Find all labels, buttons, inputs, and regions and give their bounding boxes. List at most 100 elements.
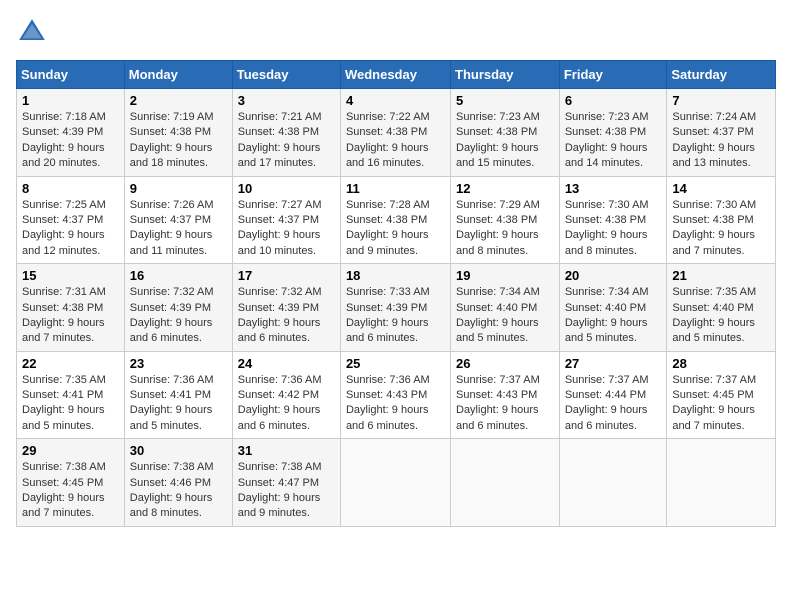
table-row: 10 Sunrise: 7:27 AMSunset: 4:37 PMDayligh… [232,176,340,264]
day-number: 11 [346,181,445,196]
day-number: 13 [565,181,662,196]
day-info: Sunrise: 7:35 AMSunset: 4:41 PMDaylight:… [22,373,119,435]
day-number: 21 [672,268,770,283]
day-number: 30 [130,443,227,458]
day-number: 9 [130,181,227,196]
calendar-week-row: 22 Sunrise: 7:35 AMSunset: 4:41 PMDayligh… [17,351,776,439]
table-row: 26 Sunrise: 7:37 AMSunset: 4:43 PMDayligh… [451,351,560,439]
day-info: Sunrise: 7:31 AMSunset: 4:38 PMDaylight:… [22,285,119,347]
calendar-week-row: 29Sunrise: 7:38 AMSunset: 4:45 PMDayligh… [17,439,776,527]
day-number: 6 [565,93,662,108]
day-info: Sunrise: 7:25 AMSunset: 4:37 PMDaylight:… [22,198,119,260]
table-row: 6Sunrise: 7:23 AMSunset: 4:38 PMDaylight… [559,89,667,177]
day-info: Sunrise: 7:34 AMSunset: 4:40 PMDaylight:… [565,285,662,347]
day-info: Sunrise: 7:36 AMSunset: 4:43 PMDaylight:… [346,373,445,435]
calendar-table: Sunday Monday Tuesday Wednesday Thursday… [16,60,776,527]
table-row: 8Sunrise: 7:25 AMSunset: 4:37 PMDaylight… [17,176,125,264]
table-row: 28 Sunrise: 7:37 AMSunset: 4:45 PMDayligh… [667,351,776,439]
table-row: 23 Sunrise: 7:36 AMSunset: 4:41 PMDayligh… [124,351,232,439]
day-info: Sunrise: 7:23 AMSunset: 4:38 PMDaylight:… [456,110,554,172]
day-number: 5 [456,93,554,108]
table-row: 21 Sunrise: 7:35 AMSunset: 4:40 PMDayligh… [667,264,776,352]
table-row: 7 Sunrise: 7:24 AMSunset: 4:37 PMDaylight… [667,89,776,177]
day-info: Sunrise: 7:32 AMSunset: 4:39 PMDaylight:… [238,285,335,347]
day-number: 28 [672,356,770,371]
calendar-week-row: 8Sunrise: 7:25 AMSunset: 4:37 PMDaylight… [17,176,776,264]
day-number: 26 [456,356,554,371]
day-info: Sunrise: 7:28 AMSunset: 4:38 PMDaylight:… [346,198,445,260]
day-number: 18 [346,268,445,283]
day-info: Sunrise: 7:34 AMSunset: 4:40 PMDaylight:… [456,285,554,347]
header-row: Sunday Monday Tuesday Wednesday Thursday… [17,61,776,89]
col-tuesday: Tuesday [232,61,340,89]
table-row: 24 Sunrise: 7:36 AMSunset: 4:42 PMDayligh… [232,351,340,439]
table-row: 27 Sunrise: 7:37 AMSunset: 4:44 PMDayligh… [559,351,667,439]
logo [16,16,52,48]
table-row: 25 Sunrise: 7:36 AMSunset: 4:43 PMDayligh… [340,351,450,439]
table-row: 11 Sunrise: 7:28 AMSunset: 4:38 PMDayligh… [340,176,450,264]
calendar-body: 1Sunrise: 7:18 AMSunset: 4:39 PMDaylight… [17,89,776,527]
day-number: 10 [238,181,335,196]
day-info: Sunrise: 7:38 AMSunset: 4:46 PMDaylight:… [130,460,227,522]
day-info: Sunrise: 7:30 AMSunset: 4:38 PMDaylight:… [672,198,770,260]
day-number: 27 [565,356,662,371]
day-info: Sunrise: 7:27 AMSunset: 4:37 PMDaylight:… [238,198,335,260]
col-friday: Friday [559,61,667,89]
table-row: 20Sunrise: 7:34 AMSunset: 4:40 PMDayligh… [559,264,667,352]
day-info: Sunrise: 7:24 AMSunset: 4:37 PMDaylight:… [672,110,770,172]
day-number: 29 [22,443,119,458]
day-number: 2 [130,93,227,108]
table-row: 2 Sunrise: 7:19 AMSunset: 4:38 PMDaylight… [124,89,232,177]
day-number: 7 [672,93,770,108]
calendar-week-row: 15 Sunrise: 7:31 AMSunset: 4:38 PMDayligh… [17,264,776,352]
day-info: Sunrise: 7:18 AMSunset: 4:39 PMDaylight:… [22,110,119,172]
day-info: Sunrise: 7:32 AMSunset: 4:39 PMDaylight:… [130,285,227,347]
day-info: Sunrise: 7:21 AMSunset: 4:38 PMDaylight:… [238,110,335,172]
table-row [667,439,776,527]
calendar-header: Sunday Monday Tuesday Wednesday Thursday… [17,61,776,89]
day-info: Sunrise: 7:29 AMSunset: 4:38 PMDaylight:… [456,198,554,260]
table-row: 4 Sunrise: 7:22 AMSunset: 4:38 PMDaylight… [340,89,450,177]
table-row: 29Sunrise: 7:38 AMSunset: 4:45 PMDayligh… [17,439,125,527]
day-number: 22 [22,356,119,371]
table-row: 22 Sunrise: 7:35 AMSunset: 4:41 PMDayligh… [17,351,125,439]
table-row [340,439,450,527]
day-info: Sunrise: 7:30 AMSunset: 4:38 PMDaylight:… [565,198,662,260]
col-saturday: Saturday [667,61,776,89]
day-number: 3 [238,93,335,108]
table-row: 1Sunrise: 7:18 AMSunset: 4:39 PMDaylight… [17,89,125,177]
day-number: 23 [130,356,227,371]
table-row: 15 Sunrise: 7:31 AMSunset: 4:38 PMDayligh… [17,264,125,352]
table-row: 12 Sunrise: 7:29 AMSunset: 4:38 PMDayligh… [451,176,560,264]
day-info: Sunrise: 7:37 AMSunset: 4:45 PMDaylight:… [672,373,770,435]
day-number: 4 [346,93,445,108]
day-number: 15 [22,268,119,283]
table-row: 16 Sunrise: 7:32 AMSunset: 4:39 PMDayligh… [124,264,232,352]
col-sunday: Sunday [17,61,125,89]
table-row: 5 Sunrise: 7:23 AMSunset: 4:38 PMDaylight… [451,89,560,177]
day-info: Sunrise: 7:33 AMSunset: 4:39 PMDaylight:… [346,285,445,347]
table-row: 30 Sunrise: 7:38 AMSunset: 4:46 PMDayligh… [124,439,232,527]
col-wednesday: Wednesday [340,61,450,89]
col-thursday: Thursday [451,61,560,89]
day-info: Sunrise: 7:26 AMSunset: 4:37 PMDaylight:… [130,198,227,260]
day-number: 16 [130,268,227,283]
day-info: Sunrise: 7:35 AMSunset: 4:40 PMDaylight:… [672,285,770,347]
logo-icon [16,16,48,48]
day-info: Sunrise: 7:37 AMSunset: 4:43 PMDaylight:… [456,373,554,435]
table-row: 17Sunrise: 7:32 AMSunset: 4:39 PMDayligh… [232,264,340,352]
day-number: 25 [346,356,445,371]
day-info: Sunrise: 7:36 AMSunset: 4:41 PMDaylight:… [130,373,227,435]
day-info: Sunrise: 7:37 AMSunset: 4:44 PMDaylight:… [565,373,662,435]
day-info: Sunrise: 7:38 AMSunset: 4:47 PMDaylight:… [238,460,335,522]
table-row [451,439,560,527]
table-row: 31Sunrise: 7:38 AMSunset: 4:47 PMDayligh… [232,439,340,527]
day-number: 12 [456,181,554,196]
day-info: Sunrise: 7:36 AMSunset: 4:42 PMDaylight:… [238,373,335,435]
table-row: 13 Sunrise: 7:30 AMSunset: 4:38 PMDayligh… [559,176,667,264]
table-row: 19Sunrise: 7:34 AMSunset: 4:40 PMDayligh… [451,264,560,352]
table-row: 18 Sunrise: 7:33 AMSunset: 4:39 PMDayligh… [340,264,450,352]
day-info: Sunrise: 7:22 AMSunset: 4:38 PMDaylight:… [346,110,445,172]
day-info: Sunrise: 7:19 AMSunset: 4:38 PMDaylight:… [130,110,227,172]
day-number: 24 [238,356,335,371]
